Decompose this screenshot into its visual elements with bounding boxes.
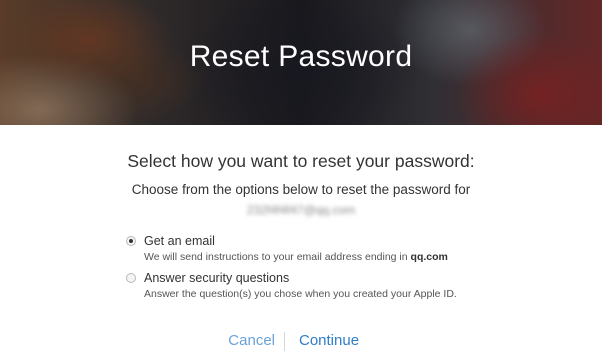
- continue-button[interactable]: Continue: [299, 332, 359, 349]
- reset-password-page: Reset Password Select how you want to re…: [0, 0, 602, 362]
- option-security-questions-label[interactable]: Answer security questions: [144, 271, 289, 285]
- reset-subheading: Choose from the options below to reset t…: [131, 182, 471, 197]
- action-divider: [284, 332, 285, 351]
- email-domain: qq.com: [410, 251, 448, 263]
- option-get-email-description: We will send instructions to your email …: [144, 251, 448, 263]
- option-get-email-label[interactable]: Get an email: [144, 234, 215, 248]
- reset-heading: Select how you want to reset your passwo…: [127, 151, 475, 171]
- cancel-button[interactable]: Cancel: [0, 332, 275, 349]
- action-bar: Cancel Continue: [0, 332, 602, 352]
- hero-banner: Reset Password: [0, 0, 602, 125]
- radio-get-email[interactable]: [126, 236, 136, 246]
- radio-security-questions[interactable]: [126, 273, 136, 283]
- option-security-questions-description: Answer the question(s) you chose when yo…: [144, 288, 457, 300]
- masked-email-address: 232f4f4f47@qq.com: [246, 203, 356, 217]
- page-title: Reset Password: [189, 40, 413, 73]
- radio-selected-dot: [129, 239, 133, 243]
- email-description-text: We will send instructions to your email …: [144, 251, 411, 263]
